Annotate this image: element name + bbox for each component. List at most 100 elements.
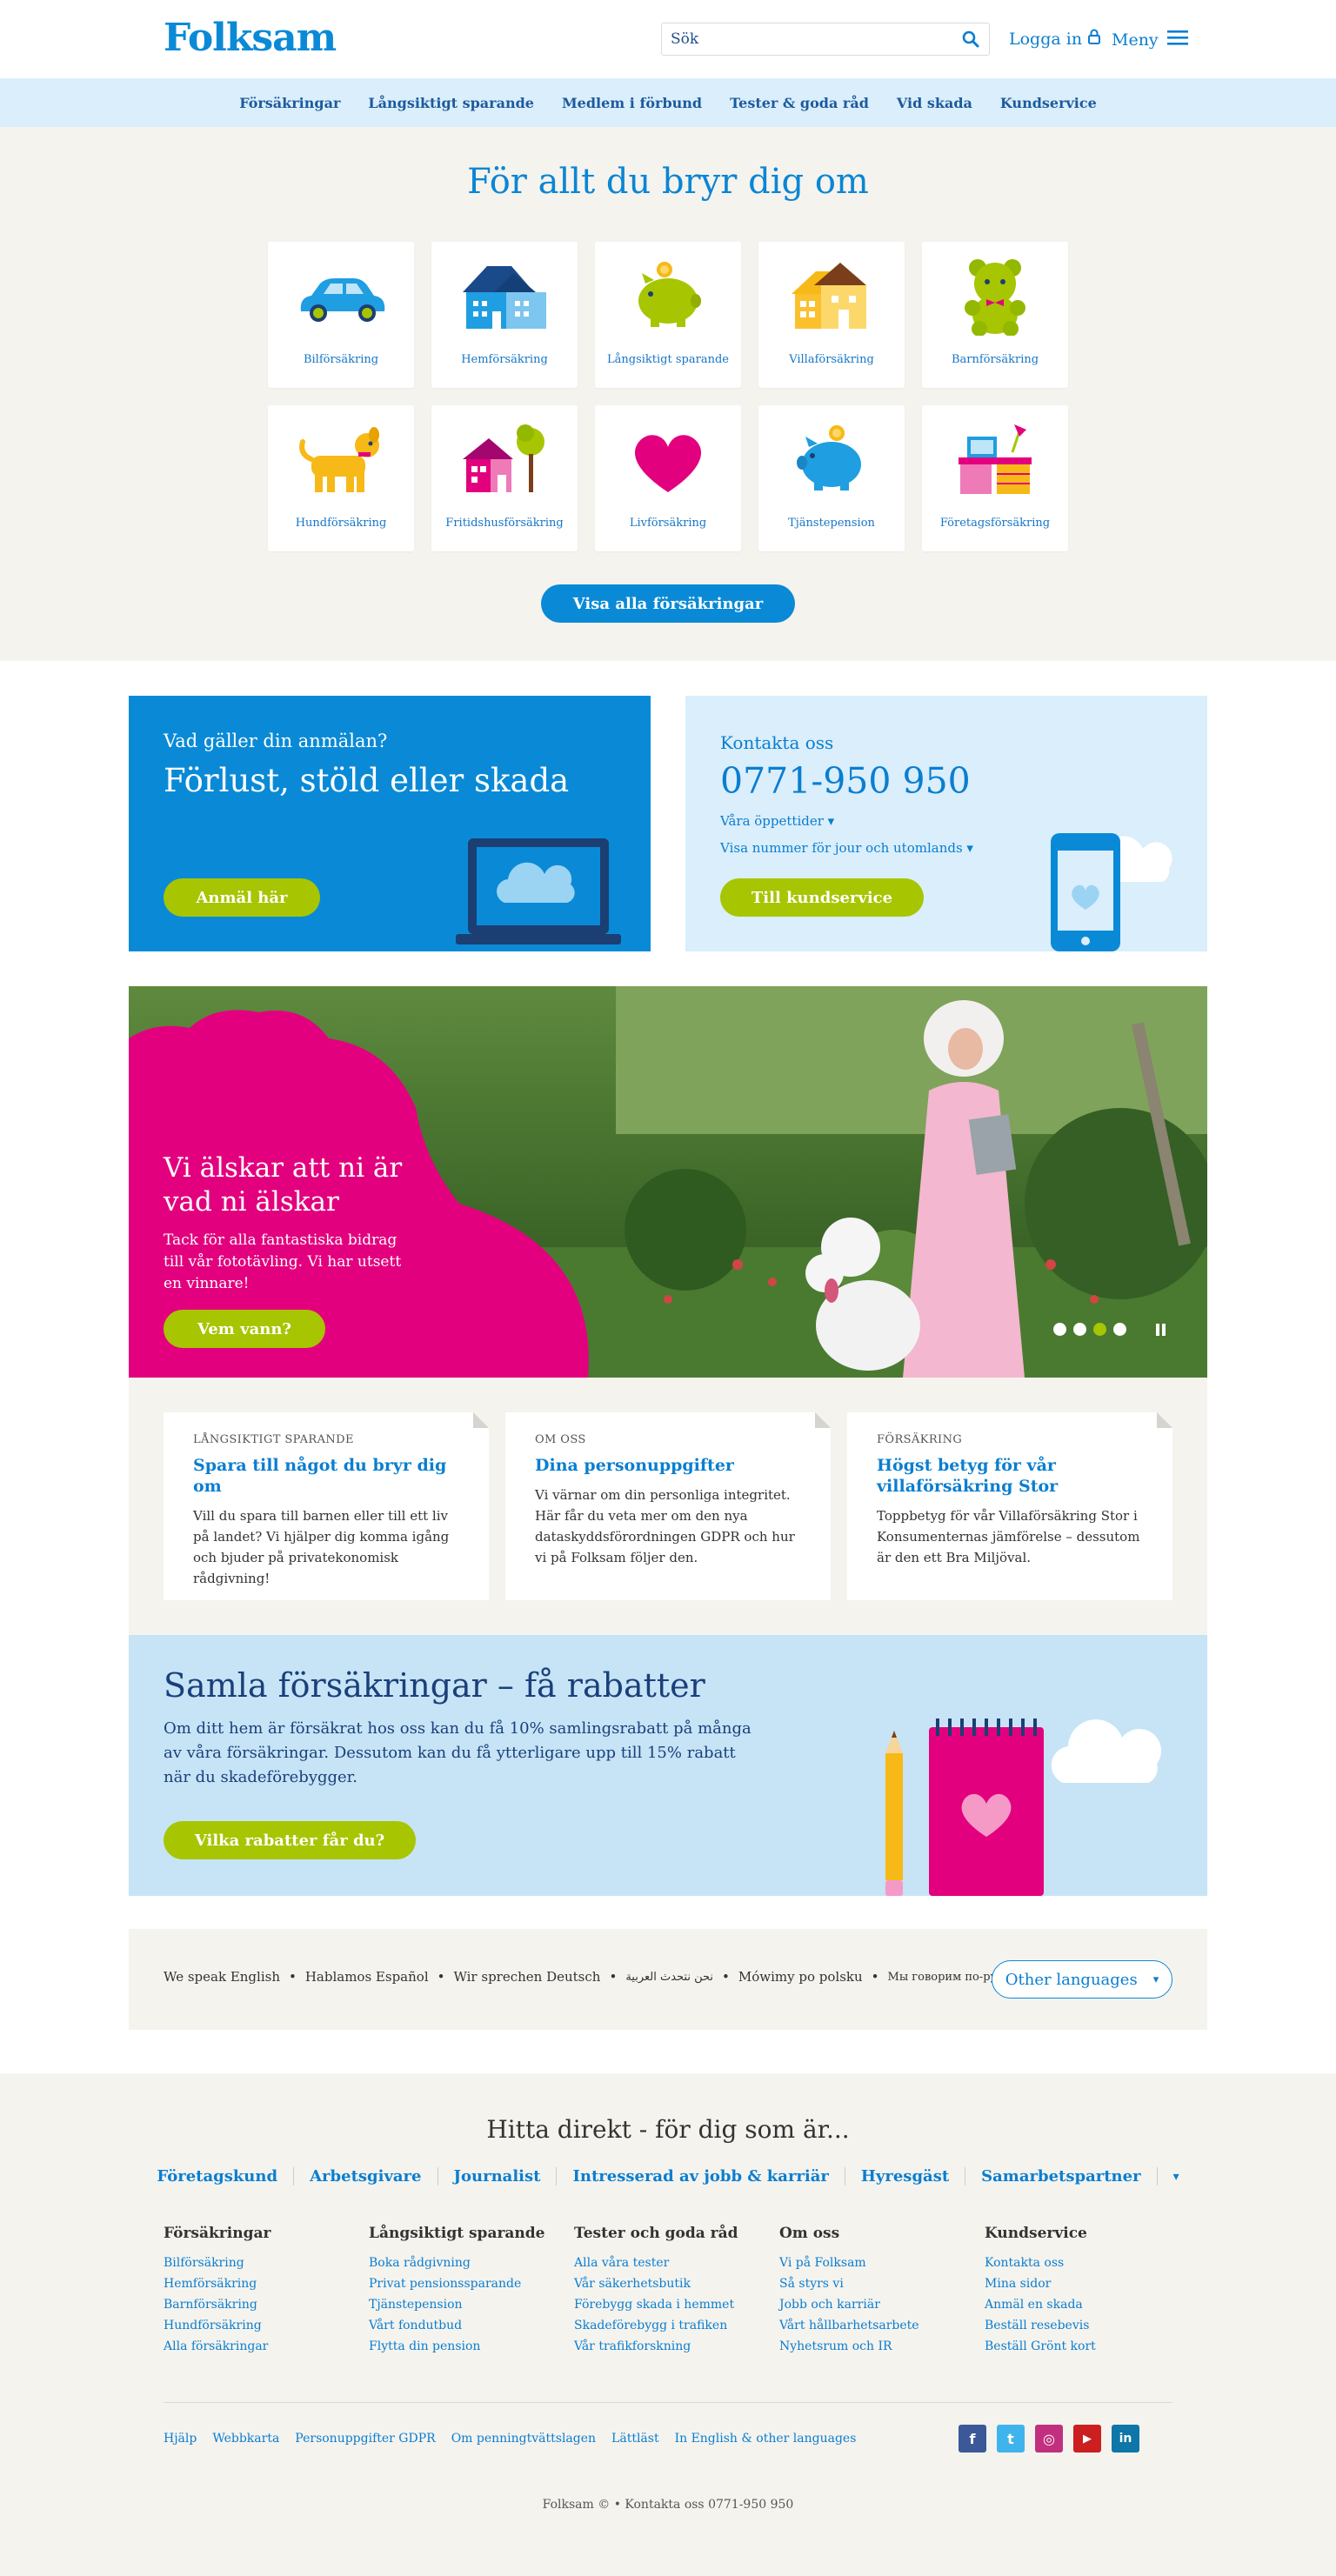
nav-item-kundservice[interactable]: Kundservice <box>986 95 1111 111</box>
folksam-logo[interactable]: Folksam <box>164 16 337 60</box>
help-link[interactable]: Hjälp <box>164 2432 197 2446</box>
footer-link[interactable]: Vårt hållbarhetsarbete <box>779 2315 985 2336</box>
tile-hundforsakring[interactable]: Hundförsäkring <box>268 405 414 551</box>
footer-link[interactable]: Beställ resebevis <box>985 2315 1190 2336</box>
tile-livforsakring[interactable]: Livförsäkring <box>595 405 741 551</box>
footer-link[interactable]: Privat pensionssparande <box>369 2273 574 2294</box>
footer-column-heading: Försäkringar <box>164 2225 271 2242</box>
footer-link[interactable]: Flytta din pension <box>369 2336 574 2357</box>
carousel-dot-active[interactable] <box>1093 1323 1106 1336</box>
footer-link[interactable]: Bilförsäkring <box>164 2252 369 2273</box>
piggy-bank-blue-icon <box>797 425 861 491</box>
footer-link[interactable]: Hemförsäkring <box>164 2273 369 2294</box>
carousel-dot[interactable] <box>1113 1323 1126 1336</box>
search-icon[interactable] <box>961 30 980 49</box>
emergency-numbers-link[interactable]: Visa nummer för jour och utomlands ▾ <box>720 840 973 856</box>
language-link-arabic[interactable]: نحن نتحدث العربية <box>625 1971 713 1984</box>
footer-link[interactable]: Boka rådgivning <box>369 2252 574 2273</box>
sitemap-link[interactable]: Webbkarta <box>212 2432 279 2446</box>
audience-link-hyresgast[interactable]: Hyresgäst <box>845 2167 966 2186</box>
tile-bilforsakring[interactable]: Bilförsäkring <box>268 242 414 388</box>
who-won-button[interactable]: Vem vann? <box>164 1310 325 1348</box>
chevron-down-icon[interactable]: ▾ <box>1158 2170 1195 2184</box>
login-link[interactable]: Logga in <box>1009 29 1101 49</box>
other-languages-label: Other languages <box>1005 1970 1138 1989</box>
footer-link[interactable]: Förebygg skada i hemmet <box>574 2294 779 2315</box>
footer-link[interactable]: Vårt fondutbud <box>369 2315 574 2336</box>
tile-sparande[interactable]: Långsiktigt sparande <box>595 242 741 388</box>
audience-link-arbetsgivare[interactable]: Arbetsgivare <box>294 2167 438 2186</box>
nav-item-tester[interactable]: Tester & goda råd <box>716 95 883 111</box>
footer-link[interactable]: Vår trafikforskning <box>574 2336 779 2357</box>
opening-hours-link[interactable]: Våra öppettider ▾ <box>720 813 834 829</box>
menu-button[interactable]: Meny <box>1112 29 1188 50</box>
aml-link[interactable]: Om penningtvättslagen <box>451 2432 596 2446</box>
footer-link[interactable]: Tjänstepension <box>369 2294 574 2315</box>
pause-icon[interactable] <box>1156 1323 1166 1336</box>
easy-read-link[interactable]: Lättläst <box>611 2432 659 2446</box>
folded-corner-icon <box>473 1412 489 1428</box>
search-box[interactable] <box>661 23 990 56</box>
audience-link-foretagskund[interactable]: Företagskund <box>141 2167 295 2186</box>
other-languages-dropdown[interactable]: Other languages ▾ <box>992 1960 1172 1999</box>
footer-link[interactable]: Skadeförebygg i trafiken <box>574 2315 779 2336</box>
carousel-dot[interactable] <box>1053 1323 1066 1336</box>
tile-hemforsakring[interactable]: Hemförsäkring <box>431 242 578 388</box>
nav-item-vid-skada[interactable]: Vid skada <box>883 95 986 111</box>
footer-link[interactable]: Beställ Grönt kort <box>985 2336 1190 2357</box>
footer-link[interactable]: Vi på Folksam <box>779 2252 985 2273</box>
footer-link[interactable]: Mina sidor <box>985 2273 1190 2294</box>
tile-barnforsakring[interactable]: Barnförsäkring <box>922 242 1068 388</box>
audience-link-journalist[interactable]: Journalist <box>438 2167 558 2186</box>
twitter-icon[interactable]: t <box>997 2425 1025 2453</box>
language-link-german[interactable]: Wir sprechen Deutsch <box>453 1969 600 1985</box>
facebook-icon[interactable]: f <box>959 2425 986 2453</box>
languages-section: We speak English • Hablamos Español • Wir … <box>129 1929 1207 2030</box>
carousel-dot[interactable] <box>1073 1323 1086 1336</box>
footer-link[interactable]: Vår säkerhetsbutik <box>574 2273 779 2294</box>
footer-title: Hitta direkt - för dig som är... <box>486 2115 850 2144</box>
tile-foretagsforsakring[interactable]: Företagsförsäkring <box>922 405 1068 551</box>
tile-tjanstepension[interactable]: Tjänstepension <box>758 405 905 551</box>
laptop-icon <box>456 838 621 944</box>
nav-item-sparande[interactable]: Långsiktigt sparande <box>354 95 548 111</box>
footer-link[interactable]: Så styrs vi <box>779 2273 985 2294</box>
customer-service-button[interactable]: Till kundservice <box>720 878 924 917</box>
audience-link-samarbetspartner[interactable]: Samarbetspartner <box>965 2167 1158 2186</box>
audience-link-jobb[interactable]: Intresserad av jobb & karriär <box>557 2167 845 2186</box>
footer-link[interactable]: Hundförsäkring <box>164 2315 369 2336</box>
youtube-icon[interactable]: ▶ <box>1073 2425 1101 2453</box>
news-card[interactable]: LÅNGSIKTIGT SPARANDE Spara till något du… <box>164 1412 489 1600</box>
tile-fritidshus[interactable]: Fritidshusförsäkring <box>431 405 578 551</box>
tile-label: Barnförsäkring <box>951 353 1039 366</box>
language-link-spanish[interactable]: Hablamos Español <box>305 1969 429 1985</box>
hero-title: Vi älskar att ni är vad ni älskar <box>164 1152 403 1218</box>
discounts-button[interactable]: Vilka rabatter får du? <box>164 1821 416 1859</box>
report-claim-button[interactable]: Anmäl här <box>164 878 320 917</box>
nav-item-forsakringar[interactable]: Försäkringar <box>225 95 354 111</box>
footer-link[interactable]: Alla försäkringar <box>164 2336 369 2357</box>
footer-link[interactable]: Barnförsäkring <box>164 2294 369 2315</box>
footer-link[interactable]: Nyhetsrum och IR <box>779 2336 985 2357</box>
english-link[interactable]: In English & other languages <box>675 2432 857 2446</box>
news-card[interactable]: OM OSS Dina personuppgifter Vi värnar om… <box>505 1412 831 1600</box>
tile-label: Fritidshusförsäkring <box>445 517 564 530</box>
footer-link[interactable]: Kontakta oss <box>985 2252 1190 2273</box>
footer-link[interactable]: Alla våra tester <box>574 2252 779 2273</box>
language-link-polish[interactable]: Mówimy po polsku <box>738 1969 863 1985</box>
contact-phone[interactable]: 0771-950 950 <box>720 760 971 802</box>
show-all-insurances-button[interactable]: Visa alla försäkringar <box>541 584 795 623</box>
gdpr-link[interactable]: Personuppgifter GDPR <box>295 2432 435 2446</box>
news-body: Vi värnar om din personliga integritet. … <box>535 1487 795 1565</box>
news-card[interactable]: FÖRSÄKRING Högst betyg för vår villaförs… <box>847 1412 1172 1600</box>
footer-link[interactable]: Anmäl en skada <box>985 2294 1190 2315</box>
tile-villaforsakring[interactable]: Villaförsäkring <box>758 242 905 388</box>
footer-link[interactable]: Jobb och karriär <box>779 2294 985 2315</box>
linkedin-icon[interactable]: in <box>1112 2425 1139 2453</box>
search-input[interactable] <box>671 30 961 48</box>
instagram-icon[interactable]: ◎ <box>1035 2425 1063 2453</box>
language-link-english[interactable]: We speak English <box>164 1969 280 1985</box>
nav-item-medlem[interactable]: Medlem i förbund <box>548 95 716 111</box>
footer-divider <box>164 2402 1172 2403</box>
copyright: Folksam © • Kontakta oss 0771-950 950 <box>542 2498 794 2512</box>
